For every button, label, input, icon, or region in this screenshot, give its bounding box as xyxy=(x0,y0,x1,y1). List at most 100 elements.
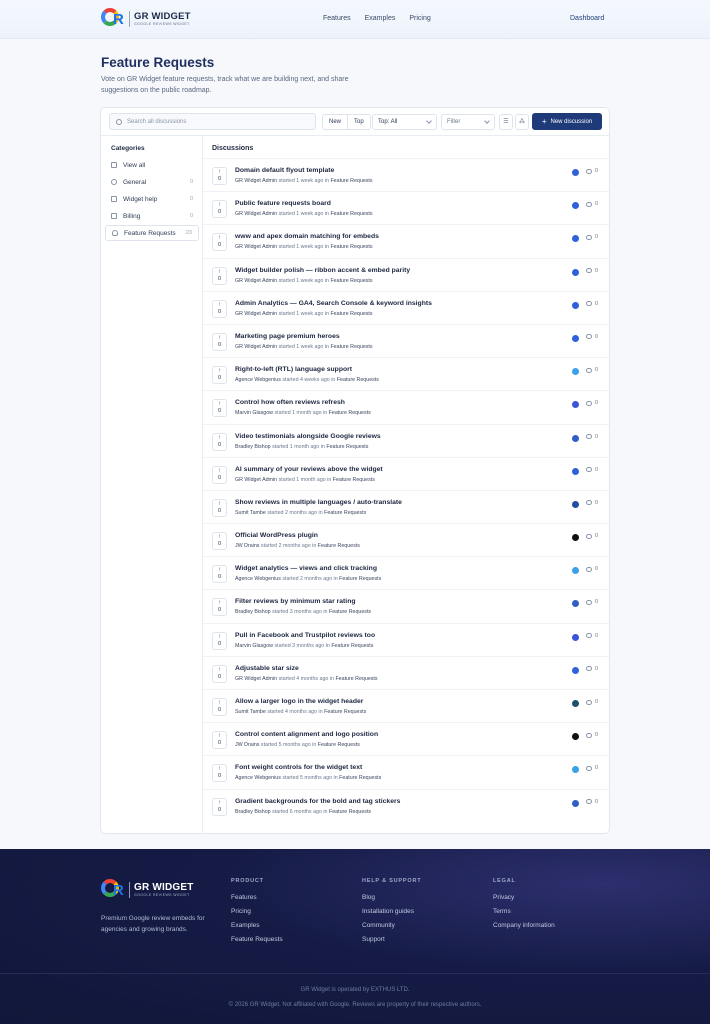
upvote-button[interactable]: ↑ 0 xyxy=(212,731,227,750)
footer-link[interactable]: Installation guides xyxy=(362,908,421,915)
upvote-button[interactable]: ↑ 0 xyxy=(212,498,227,517)
category-feature-requests[interactable]: Feature Requests 23 xyxy=(105,225,199,241)
upvote-button[interactable]: ↑ 0 xyxy=(212,565,227,584)
discussion-author[interactable]: Marvin Glasgow xyxy=(235,643,273,649)
footer-link[interactable]: Terms xyxy=(493,908,555,915)
discussion-title[interactable]: Admin Analytics — GA4, Search Console & … xyxy=(235,300,432,307)
discussion-category[interactable]: Feature Requests xyxy=(324,709,366,715)
footer-link[interactable]: Support xyxy=(362,936,421,943)
discussion-row[interactable]: ↑ 0 Right-to-left (RTL) language support Ag… xyxy=(203,357,609,390)
upvote-button[interactable]: ↑ 0 xyxy=(212,698,227,716)
upvote-button[interactable]: ↑ 0 xyxy=(212,465,227,484)
discussion-author[interactable]: Bradley Bishop xyxy=(235,809,271,815)
category-widget-help[interactable]: Widget help 0 xyxy=(105,191,199,207)
footer-link[interactable]: Privacy xyxy=(493,894,555,901)
nav-examples[interactable]: Examples xyxy=(365,15,396,22)
discussion-author[interactable]: Bradley Bishop xyxy=(235,609,271,615)
upvote-button[interactable]: ↑ 0 xyxy=(212,631,227,650)
sort-top-button[interactable]: Top xyxy=(347,115,370,129)
discussion-author[interactable]: GR Widget Admin xyxy=(235,344,277,350)
discussion-title[interactable]: Control content alignment and logo posit… xyxy=(235,731,378,738)
discussion-row[interactable]: ↑ 0 Filter reviews by minimum star rating B… xyxy=(203,589,609,622)
discussion-row[interactable]: ↑ 0 Adjustable star size GR Widget Admin st… xyxy=(203,655,609,689)
discussion-row[interactable]: ↑ 0 Admin Analytics — GA4, Search Console … xyxy=(203,290,609,324)
nav-pricing[interactable]: Pricing xyxy=(409,15,430,22)
discussion-category[interactable]: Feature Requests xyxy=(329,609,371,615)
discussion-row[interactable]: ↑ 0 Control how often reviews refresh Marvi… xyxy=(203,390,609,423)
discussion-row[interactable]: ↑ 0 Domain default flyout template GR Widge… xyxy=(203,158,609,191)
list-view-button[interactable]: ☰ xyxy=(499,114,513,130)
discussion-row[interactable]: ↑ 0 www and apex domain matching for embed… xyxy=(203,224,609,257)
discussion-category[interactable]: Feature Requests xyxy=(330,244,372,250)
footer-link[interactable]: Feature Requests xyxy=(231,936,283,943)
discussion-category[interactable]: Feature Requests xyxy=(330,178,372,184)
discussion-title[interactable]: Official WordPress plugin xyxy=(235,532,318,539)
discussion-title[interactable]: Public feature requests board xyxy=(235,200,331,207)
discussion-title[interactable]: AI summary of your reviews above the wid… xyxy=(235,466,383,473)
nav-features[interactable]: Features xyxy=(323,15,351,22)
upvote-button[interactable]: ↑ 0 xyxy=(212,332,227,351)
discussion-row[interactable]: ↑ 0 Widget builder polish — ribbon accent … xyxy=(203,257,609,291)
discussion-category[interactable]: Feature Requests xyxy=(324,510,366,516)
discussion-author[interactable]: GR Widget Admin xyxy=(235,278,277,284)
discussion-author[interactable]: GR Widget Admin xyxy=(235,178,277,184)
discussion-title[interactable]: Widget analytics — views and click track… xyxy=(235,565,377,572)
discussion-category[interactable]: Feature Requests xyxy=(318,543,360,549)
sort-new-button[interactable]: New xyxy=(323,115,347,129)
upvote-button[interactable]: ↑ 0 xyxy=(212,167,227,185)
discussion-author[interactable]: GR Widget Admin xyxy=(235,676,277,682)
discussion-category[interactable]: Feature Requests xyxy=(329,809,371,815)
upvote-button[interactable]: ↑ 0 xyxy=(212,366,227,385)
discussion-title[interactable]: Domain default flyout template xyxy=(235,167,334,174)
discussion-category[interactable]: Feature Requests xyxy=(337,377,379,383)
discussion-row[interactable]: ↑ 0 Public feature requests board GR Widget… xyxy=(203,191,609,224)
nav-dashboard[interactable]: Dashboard xyxy=(570,15,604,22)
footer-link[interactable]: Blog xyxy=(362,894,421,901)
discussion-row[interactable]: ↑ 0 Font weight controls for the widget te… xyxy=(203,755,609,788)
footer-logo[interactable]: R GR WIDGET GOOGLE REVIEWS WIDGET xyxy=(101,879,194,901)
discussion-author[interactable]: Agence Webgenius xyxy=(235,775,281,781)
discussion-title[interactable]: Adjustable star size xyxy=(235,665,299,672)
top-range-select[interactable]: Top: All xyxy=(372,114,437,130)
discussion-category[interactable]: Feature Requests xyxy=(331,643,373,649)
upvote-button[interactable]: ↑ 0 xyxy=(212,432,227,451)
category-billing[interactable]: Billing 0 xyxy=(105,208,199,224)
upvote-button[interactable]: ↑ 0 xyxy=(212,233,227,252)
discussion-row[interactable]: ↑ 0 Widget analytics — views and click tra… xyxy=(203,556,609,589)
upvote-button[interactable]: ↑ 0 xyxy=(212,598,227,617)
discussion-author[interactable]: Marvin Glasgow xyxy=(235,410,273,416)
footer-link[interactable]: Features xyxy=(231,894,283,901)
discussion-category[interactable]: Feature Requests xyxy=(318,742,360,748)
discussion-title[interactable]: Font weight controls for the widget text xyxy=(235,764,362,771)
discussion-category[interactable]: Feature Requests xyxy=(330,344,372,350)
discussion-category[interactable]: Feature Requests xyxy=(335,676,377,682)
discussion-row[interactable]: ↑ 0 Pull in Facebook and Trustpilot review… xyxy=(203,622,609,656)
discussion-author[interactable]: Agence Webgenius xyxy=(235,576,281,582)
upvote-button[interactable]: ↑ 0 xyxy=(212,200,227,219)
discussion-category[interactable]: Feature Requests xyxy=(333,477,375,483)
search-input[interactable]: Search all discussions xyxy=(109,113,316,130)
upvote-button[interactable]: ↑ 0 xyxy=(212,797,227,816)
discussion-title[interactable]: Video testimonials alongside Google revi… xyxy=(235,433,381,440)
filter-select[interactable]: Filter xyxy=(441,114,495,130)
footer-link[interactable]: Community xyxy=(362,922,421,929)
discussion-category[interactable]: Feature Requests xyxy=(330,311,372,317)
upvote-button[interactable]: ↑ 0 xyxy=(212,299,227,318)
upvote-button[interactable]: ↑ 0 xyxy=(212,764,227,783)
footer-link[interactable]: Company information xyxy=(493,922,555,929)
discussion-title[interactable]: Gradient backgrounds for the bold and ta… xyxy=(235,798,400,805)
discussion-category[interactable]: Feature Requests xyxy=(326,444,368,450)
discussion-title[interactable]: Pull in Facebook and Trustpilot reviews … xyxy=(235,632,375,639)
discussion-title[interactable]: Control how often reviews refresh xyxy=(235,399,345,406)
discussion-row[interactable]: ↑ 0 Show reviews in multiple languages / a… xyxy=(203,489,609,523)
category-view-all[interactable]: View all xyxy=(105,157,199,173)
upvote-button[interactable]: ↑ 0 xyxy=(212,266,227,285)
discussion-row[interactable]: ↑ 0 Video testimonials alongside Google re… xyxy=(203,423,609,457)
footer-link[interactable]: Pricing xyxy=(231,908,283,915)
new-discussion-button[interactable]: + New discussion xyxy=(532,113,602,130)
discussion-row[interactable]: ↑ 0 AI summary of your reviews above the w… xyxy=(203,456,609,490)
upvote-button[interactable]: ↑ 0 xyxy=(212,532,227,551)
discussion-category[interactable]: Feature Requests xyxy=(339,576,381,582)
footer-link[interactable]: Examples xyxy=(231,922,283,929)
discussion-category[interactable]: Feature Requests xyxy=(329,410,371,416)
